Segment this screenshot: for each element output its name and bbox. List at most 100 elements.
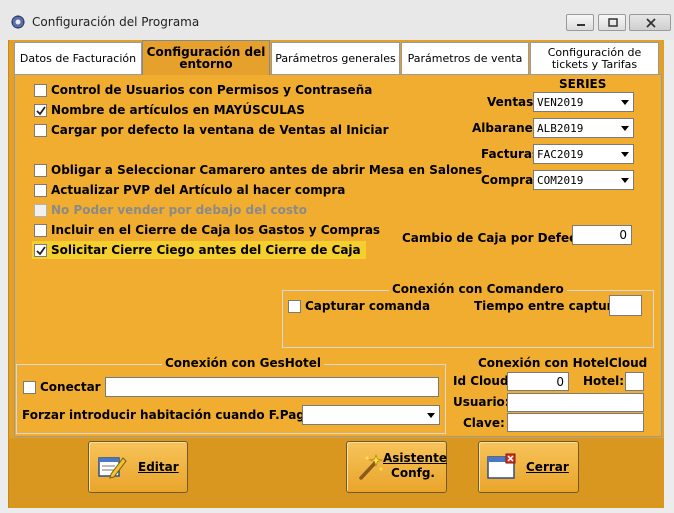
- option-label: Solicitar Cierre Ciego antes del Cierre …: [51, 243, 361, 257]
- option-label: No Poder vender por debajo del costo: [51, 203, 308, 217]
- maximize-icon: [608, 18, 618, 27]
- close-icon: [646, 18, 656, 28]
- app-gear-icon: [10, 14, 26, 30]
- option-label: Capturar comanda: [305, 299, 431, 313]
- option-control-usuarios[interactable]: Control de Usuarios con Permisos y Contr…: [34, 81, 372, 99]
- magic-wand-icon: [355, 452, 385, 482]
- config-window: Configuración del Programa Datos de Fact…: [0, 0, 674, 513]
- edit-notepad-icon: [97, 452, 127, 482]
- chevron-down-icon: [621, 100, 629, 105]
- facturas-label: Facturas: [481, 147, 540, 161]
- usuario-label: Usuario:: [453, 395, 510, 409]
- tab-label: Parámetros generales: [275, 51, 396, 65]
- editar-label: Editar: [138, 460, 179, 474]
- forzar-fpago-select[interactable]: [302, 405, 440, 425]
- check-icon: [36, 245, 46, 255]
- option-obligar-camarero[interactable]: Obligar a Seleccionar Camarero antes de …: [34, 161, 482, 179]
- checkbox[interactable]: [34, 163, 47, 177]
- id-cloud-input[interactable]: 0: [507, 372, 569, 391]
- ventas-value: VEN2019: [537, 95, 584, 109]
- forzar-habitacion-label: Forzar introducir habitación cuando F.Pa…: [22, 408, 346, 422]
- id-cloud-label: Id Cloud:: [453, 374, 514, 388]
- cerrar-label: Cerrar: [526, 460, 569, 474]
- option-incluir-gastos[interactable]: Incluir en el Cierre de Caja los Gastos …: [34, 221, 380, 239]
- checkbox-checked[interactable]: [34, 103, 47, 117]
- conectar-geshotel-option[interactable]: Conectar: [23, 378, 101, 396]
- tab-parametros-venta[interactable]: Parámetros de venta: [401, 42, 529, 74]
- checkbox[interactable]: [34, 83, 47, 97]
- option-no-vender-costo: No Poder vender por debajo del costo: [34, 201, 307, 219]
- geshotel-connection-input[interactable]: [105, 377, 439, 397]
- option-cierre-ciego[interactable]: Solicitar Cierre Ciego antes del Cierre …: [32, 241, 366, 259]
- cambio-caja-label: Cambio de Caja por Defecto:: [402, 231, 596, 245]
- albaranes-select[interactable]: ALB2019: [533, 118, 634, 138]
- close-window-icon: [487, 452, 517, 482]
- id-cloud-value: 0: [556, 374, 564, 389]
- chevron-down-icon: [621, 178, 629, 183]
- hotel-label: Hotel:: [583, 374, 625, 388]
- tab-parametros-generales[interactable]: Parámetros generales: [271, 42, 400, 74]
- asistente-line2: Confg.: [391, 466, 435, 480]
- checkbox[interactable]: [34, 123, 47, 137]
- checkbox[interactable]: [34, 183, 47, 197]
- option-actualizar-pvp[interactable]: Actualizar PVP del Artículo al hacer com…: [34, 181, 345, 199]
- minimize-icon: [577, 24, 585, 26]
- editar-button[interactable]: Editar: [88, 441, 188, 493]
- asistente-button[interactable]: Asistente Confg.: [346, 441, 447, 493]
- option-label: Control de Usuarios con Permisos y Contr…: [51, 83, 373, 97]
- compras-select[interactable]: COM2019: [533, 170, 634, 190]
- clave-label: Clave:: [463, 416, 505, 430]
- title-bar[interactable]: Configuración del Programa: [0, 0, 674, 40]
- close-window-button[interactable]: [629, 14, 671, 31]
- chevron-down-icon: [621, 152, 629, 157]
- compras-value: COM2019: [537, 173, 584, 187]
- tab-label: Configuración de tickets y Tarifas: [547, 45, 642, 71]
- compras-label: Compras: [481, 173, 541, 187]
- tab-datos-facturacion[interactable]: Datos de Facturación: [14, 42, 142, 74]
- checkbox-checked[interactable]: [34, 243, 47, 257]
- cambio-caja-input[interactable]: 0: [572, 225, 632, 245]
- facturas-value: FAC2019: [537, 147, 584, 161]
- option-nombre-mayusculas[interactable]: Nombre de artículos en MAYÚSCULAS: [34, 101, 305, 119]
- option-label: Nombre de artículos en MAYÚSCULAS: [51, 103, 305, 117]
- option-label: Conectar: [40, 380, 101, 394]
- geshotel-title: Conexión con GesHotel: [162, 356, 325, 370]
- checkbox[interactable]: [23, 380, 36, 394]
- ventas-select[interactable]: VEN2019: [533, 92, 634, 112]
- facturas-select[interactable]: FAC2019: [533, 144, 634, 164]
- albaranes-value: ALB2019: [537, 121, 584, 135]
- asistente-label: Asistente Confg.: [383, 451, 447, 481]
- option-cargar-ventas[interactable]: Cargar por defecto la ventana de Ventas …: [34, 121, 389, 139]
- hotelcloud-title: Conexión con HotelCloud: [475, 356, 651, 370]
- hotel-input[interactable]: [625, 372, 644, 391]
- cerrar-button[interactable]: Cerrar: [478, 441, 579, 493]
- series-heading: SERIES: [559, 77, 607, 91]
- tab-label: Parámetros de venta: [407, 51, 523, 65]
- option-label: Incluir en el Cierre de Caja los Gastos …: [51, 223, 381, 237]
- cambio-caja-value: 0: [619, 228, 627, 242]
- tiempo-capturas-input[interactable]: [609, 295, 642, 316]
- window-title: Configuración del Programa: [32, 15, 200, 29]
- maximize-button[interactable]: [598, 14, 626, 31]
- clave-input[interactable]: [507, 413, 644, 432]
- tab-label: Configuración del entorno: [146, 45, 266, 71]
- minimize-button[interactable]: [566, 14, 594, 31]
- checkbox-disabled: [34, 203, 47, 217]
- albaranes-label: Albaranes: [472, 121, 540, 135]
- asistente-line1: Asistente: [383, 451, 447, 465]
- usuario-input[interactable]: [507, 393, 644, 412]
- comandero-title: Conexión con Comandero: [389, 282, 567, 296]
- tiempo-capturas-label: Tiempo entre capturas: [474, 299, 628, 313]
- checkbox[interactable]: [288, 299, 301, 313]
- tab-configuracion-tickets[interactable]: Configuración de tickets y Tarifas: [530, 42, 659, 74]
- option-label: Cargar por defecto la ventana de Ventas …: [51, 123, 389, 137]
- chevron-down-icon: [621, 126, 629, 131]
- check-icon: [36, 105, 46, 115]
- capturar-comanda-option[interactable]: Capturar comanda: [288, 297, 430, 315]
- option-label: Actualizar PVP del Artículo al hacer com…: [51, 183, 346, 197]
- chevron-down-icon: [427, 413, 435, 418]
- checkbox[interactable]: [34, 223, 47, 237]
- tab-label: Datos de Facturación: [19, 51, 137, 65]
- option-label: Obligar a Seleccionar Camarero antes de …: [51, 163, 483, 177]
- tab-configuracion-entorno[interactable]: Configuración del entorno: [142, 40, 270, 75]
